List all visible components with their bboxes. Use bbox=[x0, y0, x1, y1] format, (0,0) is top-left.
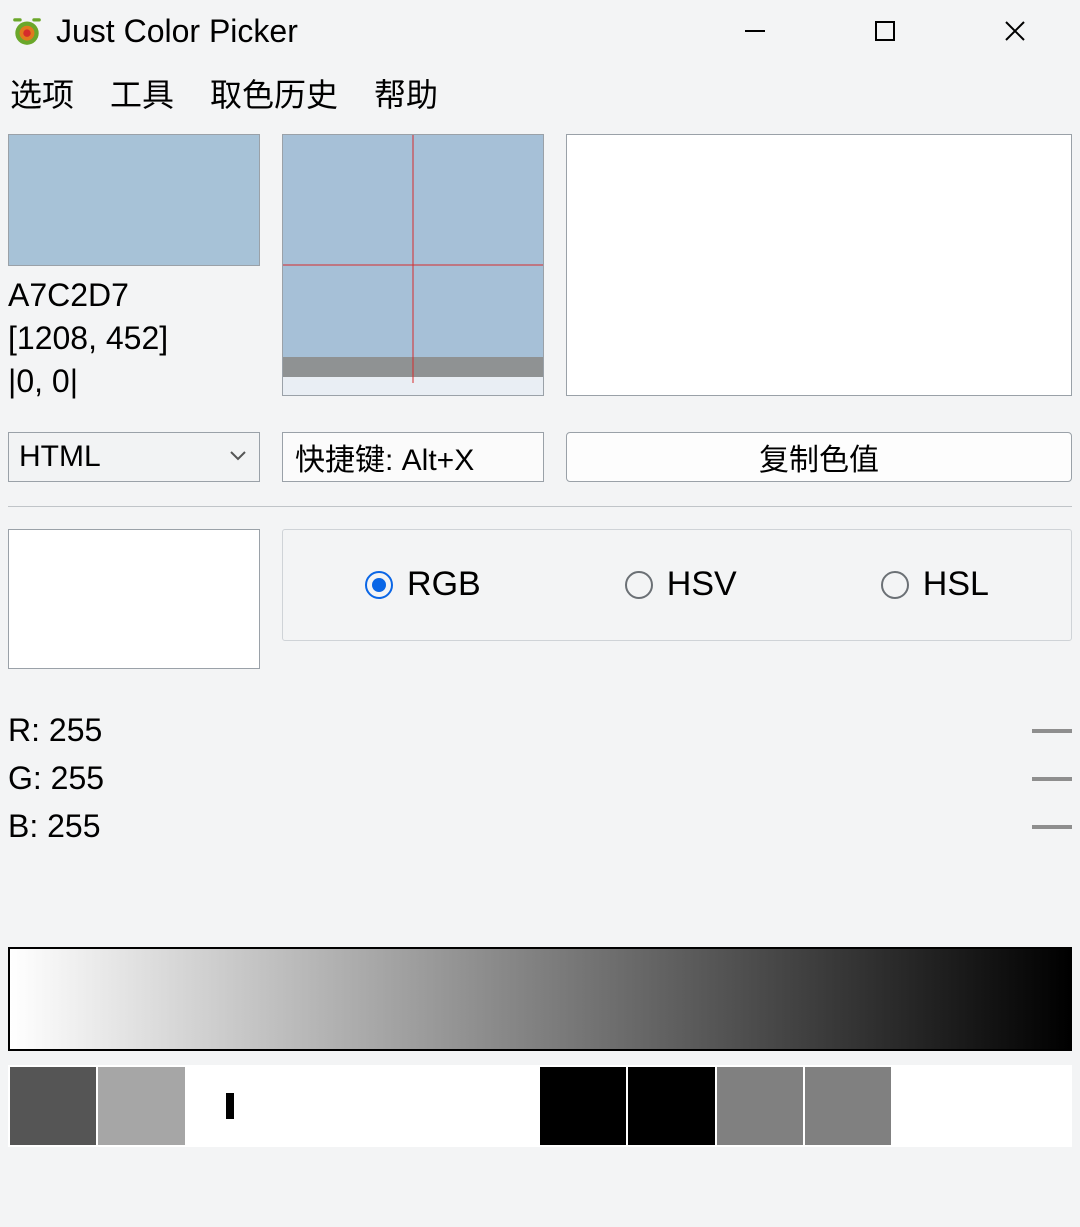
window-title: Just Color Picker bbox=[56, 13, 298, 50]
radio-hsv[interactable]: HSV bbox=[625, 565, 737, 604]
color-history-panel[interactable] bbox=[566, 134, 1072, 396]
current-color-swatch bbox=[8, 134, 260, 266]
palette-swatch[interactable] bbox=[363, 1067, 451, 1145]
titlebar: Just Color Picker bbox=[0, 0, 1080, 62]
divider bbox=[8, 506, 1072, 507]
radio-icon bbox=[625, 571, 653, 599]
palette-swatch[interactable] bbox=[628, 1067, 716, 1145]
copy-value-label: 复制色值 bbox=[759, 435, 879, 479]
format-combo[interactable]: HTML bbox=[8, 432, 260, 482]
radio-rgb-label: RGB bbox=[407, 565, 481, 604]
menu-tools[interactable]: 工具 bbox=[110, 70, 174, 116]
palette-swatch[interactable] bbox=[98, 1067, 186, 1145]
hotkey-field[interactable]: 快捷键: Alt+X bbox=[282, 432, 544, 482]
radio-hsl[interactable]: HSL bbox=[881, 565, 989, 604]
close-button[interactable] bbox=[950, 0, 1080, 62]
radio-icon bbox=[365, 571, 393, 599]
magnifier-view bbox=[282, 134, 544, 396]
menubar: 选项 工具 取色历史 帮助 bbox=[0, 62, 1080, 128]
menu-help[interactable]: 帮助 bbox=[374, 70, 438, 116]
edit-color-swatch bbox=[8, 529, 260, 669]
palette-swatch[interactable] bbox=[717, 1067, 805, 1145]
palette-swatch[interactable] bbox=[187, 1067, 275, 1145]
radio-hsl-label: HSL bbox=[923, 565, 989, 604]
hex-value: A7C2D7 bbox=[8, 274, 260, 317]
channel-b-slider[interactable] bbox=[192, 826, 978, 828]
app-icon bbox=[10, 14, 44, 48]
minimize-button[interactable] bbox=[690, 0, 820, 62]
palette-swatch[interactable] bbox=[982, 1067, 1070, 1145]
gradient-strip[interactable] bbox=[8, 947, 1072, 1051]
palette-cursor-icon bbox=[226, 1093, 234, 1119]
color-mode-group: RGB HSV HSL bbox=[282, 529, 1072, 641]
slider-thumb-icon[interactable] bbox=[1032, 729, 1072, 733]
hotkey-field-value: 快捷键: Alt+X bbox=[295, 435, 474, 479]
copy-value-button[interactable]: 复制色值 bbox=[566, 432, 1072, 482]
slider-thumb-icon[interactable] bbox=[1032, 777, 1072, 781]
channel-g-slider[interactable] bbox=[192, 778, 978, 780]
crosshair-vertical bbox=[413, 135, 414, 383]
palette-swatch[interactable] bbox=[893, 1067, 981, 1145]
menu-options[interactable]: 选项 bbox=[10, 70, 74, 116]
channel-r-label: R: 255 bbox=[8, 712, 178, 749]
palette-swatch[interactable] bbox=[10, 1067, 98, 1145]
palette-swatch[interactable] bbox=[275, 1067, 363, 1145]
channel-r-slider[interactable] bbox=[192, 730, 978, 732]
delta-value: |0, 0| bbox=[8, 360, 260, 403]
palette-swatch[interactable] bbox=[540, 1067, 628, 1145]
menu-history[interactable]: 取色历史 bbox=[210, 70, 338, 116]
slider-thumb-icon[interactable] bbox=[1032, 825, 1072, 829]
format-combo-value: HTML bbox=[19, 440, 101, 474]
coordinates-value: [1208, 452] bbox=[8, 317, 260, 360]
palette-swatch[interactable] bbox=[805, 1067, 893, 1145]
maximize-button[interactable] bbox=[820, 0, 950, 62]
radio-hsv-label: HSV bbox=[667, 565, 737, 604]
channel-g-label: G: 255 bbox=[8, 760, 178, 797]
chevron-down-icon bbox=[227, 440, 249, 474]
radio-icon bbox=[881, 571, 909, 599]
palette-swatch[interactable] bbox=[452, 1067, 540, 1145]
channel-sliders: R: 255 G: 255 B: 255 bbox=[8, 707, 1072, 851]
channel-b-label: B: 255 bbox=[8, 808, 178, 845]
radio-rgb[interactable]: RGB bbox=[365, 565, 481, 604]
palette-strip[interactable] bbox=[8, 1065, 1072, 1147]
crosshair-horizontal bbox=[283, 265, 543, 266]
